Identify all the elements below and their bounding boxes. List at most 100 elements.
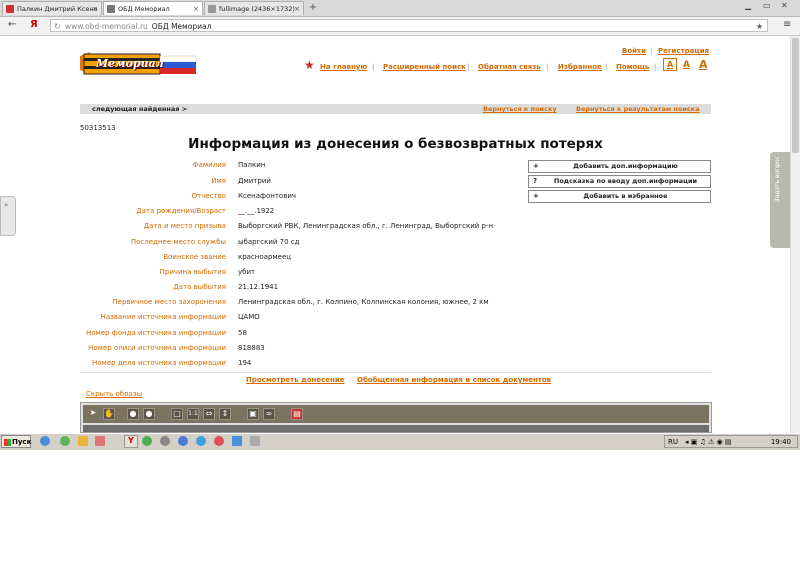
address-bar: ← Я ↻ www.obd-memorial.ru ОБД Мемориал ★ … (0, 17, 800, 36)
field-value: 21.12.1941 (238, 283, 279, 291)
nav-advanced-search[interactable]: Расширенный поиск (383, 63, 466, 71)
plus-icon: + (533, 162, 539, 170)
field-value: красноармеец (238, 253, 292, 261)
fit-width-icon[interactable]: ⇔ (203, 408, 215, 420)
close-window-icon[interactable]: ✕ (781, 1, 788, 10)
question-icon: ? (533, 177, 538, 185)
document-image[interactable] (83, 425, 709, 432)
app-icon[interactable] (178, 436, 188, 446)
blank-area (0, 450, 800, 585)
register-link[interactable]: Регистрация (658, 47, 709, 55)
maximize-icon[interactable]: ▭ (763, 1, 771, 10)
start-button[interactable]: Пуск (1, 435, 31, 448)
field-label: Отчество (191, 192, 226, 200)
add-info-button[interactable]: + Добавить доп.информацию (528, 160, 711, 173)
sidebar-handle[interactable]: » (0, 196, 16, 236)
nav-favorites[interactable]: Избранное (558, 63, 602, 71)
url-field[interactable]: ↻ www.obd-memorial.ru ОБД Мемориал ★ (50, 19, 768, 32)
login-link[interactable]: Войти (622, 47, 646, 55)
nav-home[interactable]: На главную (320, 63, 367, 71)
app-icon[interactable] (142, 436, 152, 446)
actual-size-icon[interactable]: 1:1 (187, 408, 199, 420)
next-found-link[interactable]: следующая найденная > (92, 104, 187, 114)
fit-page-icon[interactable]: □ (171, 408, 183, 420)
taskbar-item-yandex[interactable]: Y (124, 435, 138, 448)
menu-icon[interactable]: ≡ (783, 19, 791, 30)
app-icon[interactable] (196, 436, 206, 446)
close-icon[interactable]: × (294, 2, 300, 15)
divider (80, 372, 711, 373)
folder-icon[interactable] (78, 436, 88, 446)
language-indicator[interactable]: RU (668, 436, 678, 449)
field-value: Палкин (238, 161, 266, 169)
browser-tab-3[interactable]: fullimage (2436×1732) × (204, 1, 304, 15)
summary-documents-link[interactable]: Обобщенная информация и список документо… (357, 376, 551, 384)
browser-tab-bar: Палкин Дмитрий Ксено × ОБД Мемориал × fu… (0, 0, 800, 17)
viewer-toolbar: ➤ ✋ ● ● □ 1:1 ⇔ ⇕ ▣ ∞ ▤ (83, 405, 709, 423)
browser-tab-2[interactable]: ОБД Мемориал × (103, 1, 203, 15)
info-hint-button[interactable]: ? Подсказка по вводу доп.информации (528, 175, 711, 188)
zoom-out-icon[interactable]: ● (143, 408, 155, 420)
app-icon[interactable] (95, 436, 105, 446)
font-size-small[interactable]: A (663, 58, 678, 71)
print-icon[interactable]: ▣ (247, 408, 259, 420)
hide-images-link[interactable]: Скрыть образы (86, 390, 142, 398)
field-value: Ленинградская обл., г. Колпино, Колпинск… (238, 298, 489, 306)
ask-question-tab[interactable]: Задать вопрос (770, 152, 790, 248)
back-to-search-link[interactable]: Вернуться к поиску (483, 104, 557, 114)
field-value: Ксенафонтович (238, 192, 297, 200)
minimize-icon[interactable]: ▁ (745, 1, 751, 10)
logo-text: Мемориал (96, 57, 164, 70)
windows-taskbar: Пуск Y RU ◂ ▣ ♫ ⚠ ◉ ▤ 19:40 (0, 433, 800, 450)
view-report-link[interactable]: Просмотреть донесение (246, 376, 345, 384)
page-scrollbar[interactable] (790, 36, 800, 433)
refresh-icon[interactable]: ↻ (54, 20, 61, 33)
link-icon[interactable]: ∞ (263, 408, 275, 420)
tab-title: Палкин Дмитрий Ксено (17, 5, 98, 13)
app-icon[interactable] (214, 436, 224, 446)
back-to-results-link[interactable]: Вернуться к результатам поиска (576, 104, 700, 114)
fit-height-icon[interactable]: ⇕ (219, 408, 231, 420)
close-icon[interactable]: × (193, 2, 199, 15)
yandex-button[interactable]: Я (30, 19, 38, 30)
tab-title: fullimage (2436×1732) (219, 5, 295, 13)
app-icon[interactable] (232, 436, 242, 446)
button-label: Подсказка по вводу доп.информации (553, 177, 698, 185)
site-logo[interactable]: Мемориал (80, 50, 200, 78)
new-tab-button[interactable]: + (306, 1, 320, 15)
field-label: Номер фонда источника информации (85, 329, 226, 337)
nav-feedback[interactable]: Обратная связь (478, 63, 541, 71)
tab-title: ОБД Мемориал (118, 5, 170, 13)
add-to-favorites-button[interactable]: + Добавить в избранное (528, 190, 711, 203)
browser-tab-1[interactable]: Палкин Дмитрий Ксено × (2, 1, 102, 15)
field-value: 58 (238, 329, 247, 337)
field-value: 194 (238, 359, 252, 367)
tray-icons[interactable]: ◂ ▣ ♫ ⚠ ◉ ▤ (685, 438, 732, 446)
browser-icon[interactable] (60, 436, 70, 446)
clock[interactable]: 19:40 (771, 436, 791, 449)
chrome-icon[interactable] (40, 436, 50, 446)
back-arrow-icon[interactable]: ← (8, 19, 16, 30)
yandex-icon: Y (128, 436, 134, 445)
site-favicon-icon (6, 5, 14, 13)
app-icon[interactable] (250, 436, 260, 446)
field-label: Номер дела источника информации (92, 359, 226, 367)
star-icon[interactable]: ★ (756, 20, 763, 33)
page-title: Информация из донесения о безвозвратных … (188, 136, 603, 152)
scrollbar-thumb[interactable] (792, 38, 799, 153)
field-label: Название источника информации (100, 313, 226, 321)
field-label: Номер описи источника информации (88, 344, 226, 352)
font-size-large[interactable]: A (699, 58, 708, 71)
close-icon[interactable]: × (92, 2, 98, 15)
cursor-icon[interactable]: ➤ (87, 408, 99, 420)
hand-icon[interactable]: ✋ (103, 408, 115, 420)
chevron-right-icon: » (4, 201, 9, 209)
pdf-icon[interactable]: ▤ (291, 408, 303, 420)
app-icon[interactable] (160, 436, 170, 446)
field-label: Последнее место службы (130, 238, 226, 246)
page-icon (208, 5, 216, 13)
field-label: Дата рождения/Возраст (136, 207, 226, 215)
zoom-in-icon[interactable]: ● (127, 408, 139, 420)
nav-help[interactable]: Помощь (616, 63, 649, 71)
font-size-medium[interactable]: A (683, 60, 690, 70)
